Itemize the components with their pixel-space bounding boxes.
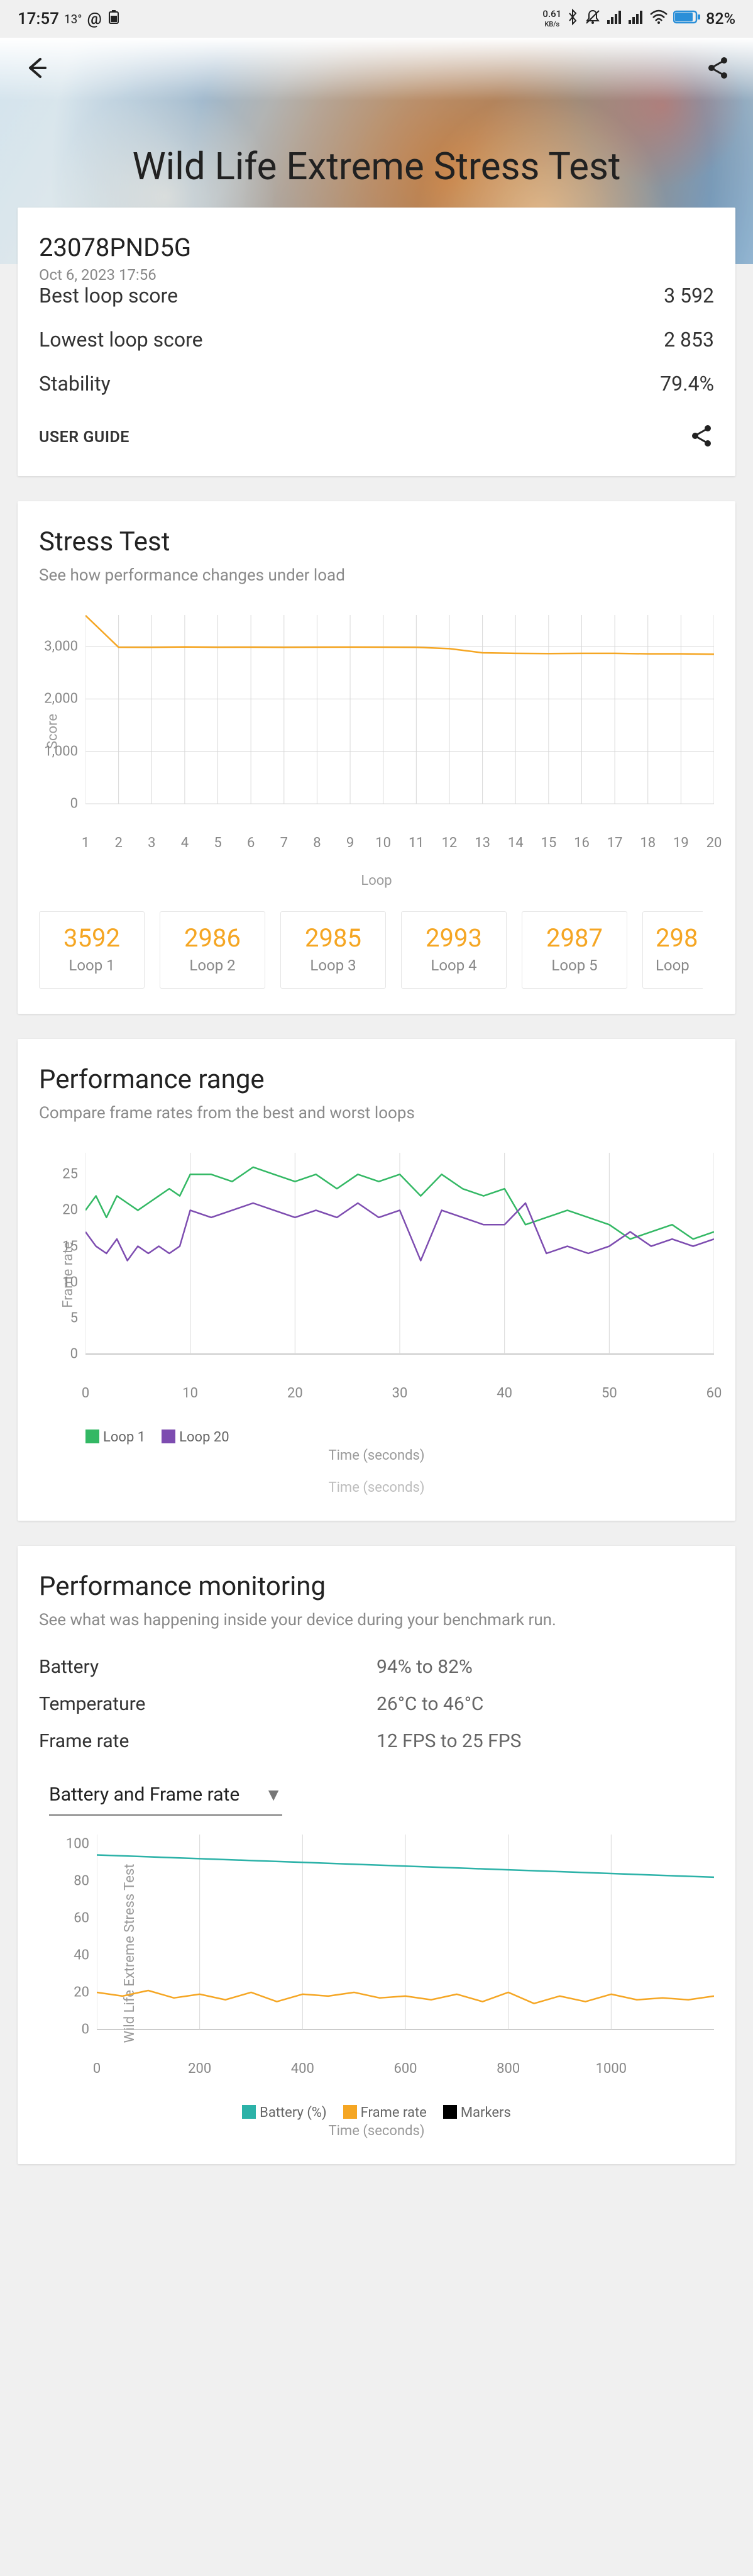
mon-row: Temperature26°C to 46°C [39, 1693, 714, 1715]
back-button[interactable] [23, 54, 50, 84]
loop-label: Loop 3 [281, 957, 385, 974]
dnd-icon [584, 8, 602, 30]
range-title: Performance range [39, 1064, 714, 1095]
loop-tile[interactable]: 3592 Loop 1 [39, 911, 145, 989]
loop-label: Loop 4 [402, 957, 506, 974]
status-time: 17:57 [18, 9, 59, 28]
mon-key: Battery [39, 1656, 376, 1678]
loop-score: 2987 [522, 923, 627, 953]
page-title: Wild Life Extreme Stress Test [0, 144, 753, 189]
stress-title: Stress Test [39, 526, 714, 557]
loop-label: Loop 5 [522, 957, 627, 974]
mon-sub: See what was happening inside your devic… [39, 1611, 714, 1629]
user-guide-link[interactable]: USER GUIDE [39, 428, 129, 447]
share-icon[interactable] [705, 55, 730, 83]
loop-score: 298 [656, 923, 703, 953]
mon-dropdown-label: Battery and Frame rate [49, 1784, 239, 1806]
mon-series-dropdown[interactable]: Battery and Frame rate ▼ [49, 1784, 282, 1816]
low-score-value: 2 853 [664, 328, 714, 352]
loop-score: 2993 [402, 923, 506, 953]
range-sub: Compare frame rates from the best and wo… [39, 1104, 714, 1123]
loop-label: Loop 1 [40, 957, 144, 974]
loop-score: 2986 [160, 923, 265, 953]
chevron-down-icon: ▼ [265, 1784, 282, 1805]
stress-sub: See how performance changes under load [39, 566, 714, 585]
mon-key: Temperature [39, 1693, 376, 1715]
stress-test-card: Stress Test See how performance changes … [18, 501, 735, 1014]
stress-chart: Score 01,0002,0003,000123456789101112131… [39, 615, 714, 873]
performance-monitoring-card: Performance monitoring See what was happ… [18, 1546, 735, 2164]
mon-title: Performance monitoring [39, 1571, 714, 1602]
loop-label: Loop [656, 957, 703, 974]
mon-legend: Battery (%) Frame rate Markers [39, 2105, 714, 2121]
status-bar: 17:57 13° @ 0.61KB/s 82% [0, 0, 753, 38]
status-temp: 13° [64, 12, 82, 26]
status-kb: 0.61KB/s [542, 9, 561, 28]
run-timestamp: Oct 6, 2023 17:56 [39, 266, 714, 284]
mon-val: 26°C to 46°C [376, 1693, 714, 1715]
status-at-icon: @ [87, 9, 101, 28]
loop-tile[interactable]: 2987 Loop 5 [522, 911, 627, 989]
stability-label: Stability [39, 372, 111, 396]
range-chart-xlabel: Time (seconds) [39, 1448, 714, 1463]
device-name: 23078PND5G [39, 233, 714, 262]
loop-score: 2985 [281, 923, 385, 953]
signal2-icon [628, 9, 644, 28]
mon-row: Battery94% to 82% [39, 1656, 714, 1678]
mon-chart-xlabel: Time (seconds) [39, 2123, 714, 2139]
stability-value: 79.4% [660, 372, 714, 396]
mon-val: 12 FPS to 25 FPS [376, 1730, 714, 1752]
loop-label: Loop 2 [160, 957, 265, 974]
best-score-value: 3 592 [664, 284, 714, 308]
range-chart: Frame rate 0510152025 0102030405060 [39, 1153, 714, 1423]
loop-tile[interactable]: 2993 Loop 4 [401, 911, 507, 989]
loop-tiles[interactable]: 3592 Loop 1 2986 Loop 2 2985 Loop 3 2993 Loop 4… [39, 911, 714, 989]
mon-row: Frame rate12 FPS to 25 FPS [39, 1730, 714, 1752]
loop-tile[interactable]: 298 Loop [642, 911, 703, 989]
low-score-label: Lowest loop score [39, 328, 203, 352]
battery-pct: 82% [706, 10, 735, 28]
signal-icon [607, 9, 623, 28]
mon-val: 94% to 82% [376, 1656, 714, 1678]
loop-tile[interactable]: 2986 Loop 2 [160, 911, 265, 989]
battery-icon [673, 9, 701, 28]
mon-chart: Wild Life Extreme Stress Test 0204060801… [39, 1835, 714, 2099]
loop-tile[interactable]: 2985 Loop 3 [280, 911, 386, 989]
bluetooth-icon [566, 8, 579, 30]
performance-range-card: Performance range Compare frame rates fr… [18, 1039, 735, 1521]
summary-card: 23078PND5G Oct 6, 2023 17:56 Best loop s… [18, 208, 735, 476]
mon-key: Frame rate [39, 1730, 376, 1752]
share-results-icon[interactable] [689, 423, 714, 451]
range-legend: Loop 1 Loop 20 [85, 1430, 714, 1445]
loop-score: 3592 [40, 923, 144, 953]
stress-chart-xlabel: Loop [39, 873, 714, 889]
status-battery-small-icon [107, 9, 121, 29]
range-chart-xlabel-overflow: Time (seconds) [39, 1480, 714, 1496]
best-score-label: Best loop score [39, 284, 178, 308]
wifi-icon [649, 9, 668, 28]
